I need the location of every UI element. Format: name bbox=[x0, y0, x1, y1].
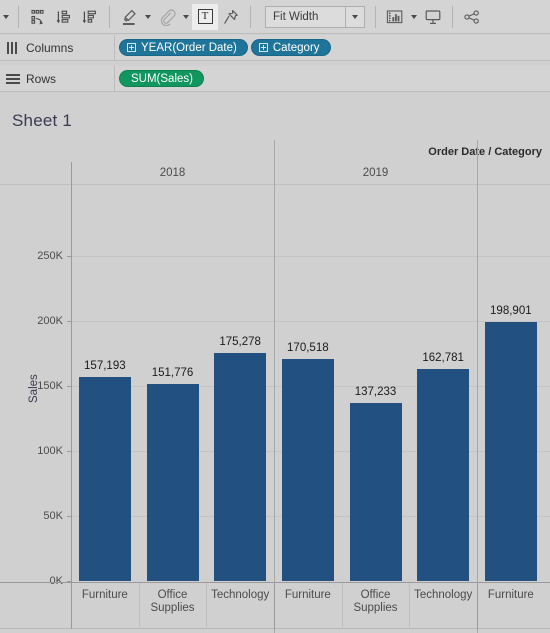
expand-icon[interactable] bbox=[127, 43, 136, 52]
pill-label: Category bbox=[272, 41, 320, 54]
bar[interactable] bbox=[484, 322, 537, 581]
pin-icon[interactable] bbox=[218, 4, 244, 30]
y-axis-line bbox=[71, 162, 72, 582]
header-rule-top bbox=[0, 184, 550, 185]
bar[interactable] bbox=[214, 353, 267, 581]
rows-shelf[interactable]: Rows SUM(Sales) bbox=[0, 65, 550, 92]
columns-icon bbox=[0, 41, 26, 54]
highlight-caret[interactable] bbox=[142, 4, 154, 30]
presentation-mode-icon[interactable] bbox=[420, 4, 446, 30]
bar[interactable] bbox=[78, 376, 131, 581]
panel-divider-header bbox=[477, 140, 478, 162]
toolbar: T Fit Width bbox=[0, 0, 550, 34]
bar[interactable] bbox=[417, 369, 470, 581]
x-axis-label[interactable]: Office Supplies bbox=[353, 589, 397, 615]
x-axis-label[interactable]: Furniture bbox=[285, 589, 331, 602]
toolbar-overflow-caret[interactable] bbox=[0, 4, 12, 30]
toolbar-divider-5 bbox=[452, 5, 453, 28]
columns-drop-zone[interactable]: YEAR(Order Date) Category bbox=[115, 35, 550, 61]
tableau-worksheet: T Fit Width Columns YEAR(Order Date) Cat… bbox=[0, 0, 550, 633]
rows-icon bbox=[0, 73, 26, 85]
pill-label: YEAR(Order Date) bbox=[141, 41, 237, 54]
y-tick-label: 200K bbox=[37, 315, 63, 327]
category-divider bbox=[206, 583, 208, 627]
panel-divider bbox=[274, 162, 275, 633]
category-divider bbox=[409, 583, 411, 627]
columns-label-text: Columns bbox=[26, 40, 74, 55]
fit-select[interactable]: Fit Width bbox=[265, 5, 365, 28]
bar-value-label: 198,901 bbox=[490, 305, 532, 318]
sort-ascending-icon[interactable] bbox=[51, 4, 77, 30]
category-divider bbox=[138, 583, 140, 627]
columns-shelf[interactable]: Columns YEAR(Order Date) Category bbox=[0, 34, 550, 61]
rows-shelf-label: Rows bbox=[0, 65, 115, 92]
bar-value-label: 170,518 bbox=[287, 342, 329, 355]
viz-area[interactable]: Sheet 1 Order Date / Category 0K 50K 100K 1… bbox=[0, 93, 550, 633]
y-tick-label: 100K bbox=[37, 445, 63, 457]
pill-sum-sales[interactable]: SUM(Sales) bbox=[119, 70, 204, 87]
x-axis-label[interactable]: Office Supplies bbox=[150, 589, 194, 615]
y-axis-title: Sales bbox=[28, 373, 40, 403]
x-axis-line bbox=[0, 582, 550, 583]
bar-value-label: 157,193 bbox=[84, 359, 126, 372]
bar-value-label: 137,233 bbox=[354, 385, 397, 398]
panel-divider bbox=[477, 162, 478, 633]
panel-header-2019: 2019 bbox=[362, 167, 389, 179]
y-tick-label: 0K bbox=[49, 575, 63, 587]
expand-icon[interactable] bbox=[258, 43, 268, 52]
panel-header-2018: 2018 bbox=[159, 167, 186, 179]
y-gridline bbox=[71, 321, 550, 322]
x-axis-label[interactable]: Technology bbox=[211, 589, 269, 602]
pill-label: SUM(Sales) bbox=[131, 72, 193, 85]
panel-divider-header bbox=[274, 140, 275, 162]
x-label-bottom-rule bbox=[0, 628, 550, 629]
swap-rows-columns-icon[interactable] bbox=[25, 4, 51, 30]
category-divider bbox=[341, 583, 343, 627]
bar[interactable] bbox=[146, 383, 199, 581]
show-me-caret[interactable] bbox=[408, 4, 420, 30]
attach-caret[interactable] bbox=[180, 4, 192, 30]
bar-value-label: 162,781 bbox=[422, 352, 464, 365]
rows-drop-zone[interactable]: SUM(Sales) bbox=[115, 66, 550, 92]
corner-field-header: Order Date / Category bbox=[428, 146, 542, 158]
pill-category[interactable]: Category bbox=[250, 39, 331, 56]
highlight-icon[interactable] bbox=[116, 4, 142, 30]
columns-shelf-label: Columns bbox=[0, 34, 115, 61]
share-icon[interactable] bbox=[459, 4, 485, 30]
text-box-glyph: T bbox=[197, 9, 213, 24]
text-box-icon[interactable]: T bbox=[192, 3, 218, 30]
y-gridline bbox=[71, 256, 550, 257]
panel-divider-xlabels bbox=[477, 583, 478, 629]
bar-value-label: 175,278 bbox=[219, 336, 261, 349]
x-axis-label[interactable]: Furniture bbox=[488, 589, 534, 602]
pill-year-order-date[interactable]: YEAR(Order Date) bbox=[119, 39, 248, 56]
sort-descending-icon[interactable] bbox=[77, 4, 103, 30]
bar[interactable] bbox=[349, 402, 402, 581]
y-tick-label: 150K bbox=[37, 380, 63, 392]
y-tick-label: 250K bbox=[37, 250, 63, 262]
fit-select-value: Fit Width bbox=[273, 10, 319, 23]
toolbar-divider-3 bbox=[250, 5, 251, 28]
toolbar-divider-4 bbox=[375, 5, 376, 28]
toolbar-divider-2 bbox=[109, 5, 110, 28]
rows-label-text: Rows bbox=[26, 71, 57, 86]
panel-divider-xlabels bbox=[71, 583, 72, 629]
attach-icon[interactable] bbox=[154, 4, 180, 30]
toolbar-divider bbox=[18, 5, 19, 28]
y-tick-label: 50K bbox=[43, 510, 63, 522]
x-axis-label[interactable]: Furniture bbox=[82, 589, 128, 602]
show-me-icon[interactable] bbox=[382, 4, 408, 30]
panel-divider-xlabels bbox=[274, 583, 275, 629]
bar[interactable] bbox=[281, 359, 334, 581]
page-title: Sheet 1 bbox=[12, 111, 73, 130]
fit-select-caret[interactable] bbox=[345, 6, 364, 27]
bar-value-label: 151,776 bbox=[151, 366, 194, 379]
x-axis-label[interactable]: Technology bbox=[414, 589, 472, 602]
